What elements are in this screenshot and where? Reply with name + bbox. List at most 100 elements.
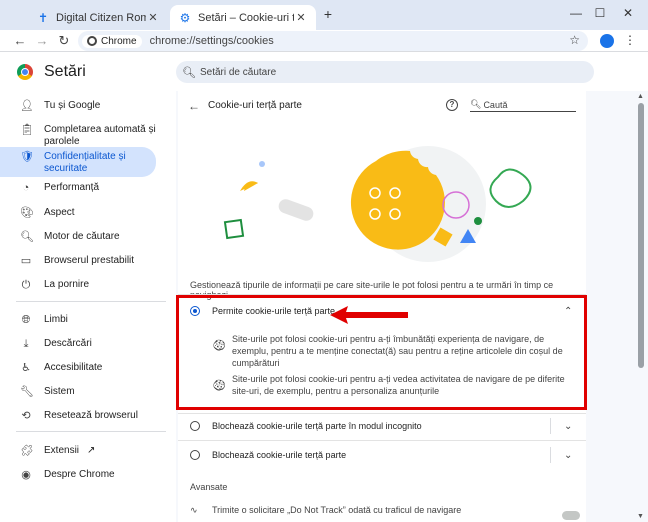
sidebar-item-autofill[interactable]: 📋︎ Completarea automată și parolele [0,124,156,148]
reload-icon[interactable]: ↻ [56,33,72,49]
close-window-button[interactable]: ✕ [618,6,638,24]
scroll-thumb[interactable] [638,103,644,368]
palette-icon: 🎨︎ [20,207,34,219]
sidebar-item-languages[interactable]: 🌐︎ Limbi [0,314,156,326]
sidebar-item-label: Descărcări [44,338,92,349]
sidebar-item-label: Confidențialitate și securitate [44,151,126,174]
help-icon[interactable]: ? [446,99,458,111]
chevron-down-icon[interactable]: ⌄ [564,421,572,432]
tab-settings-cookies[interactable]: ⚙ Setări – Cookie-uri terță parte ✕ [170,5,316,30]
new-tab-button[interactable]: + [318,6,338,24]
sidebar-item-label: Sistem [44,386,75,397]
page-search-input[interactable]: 🔍︎ Caută [470,98,576,112]
tab-strip: ✝ Digital Citizen România - Viața ✕ ⚙ Se… [0,0,648,30]
annotation-arrow-icon [330,306,408,324]
sidebar-item-search-engine[interactable]: 🔍︎ Motor de căutare [0,231,156,243]
sidebar-item-privacy[interactable]: 🛡︎ Confidențialitate și securitate [0,147,156,177]
url-text: chrome://settings/cookies [149,35,274,47]
forward-icon[interactable]: → [34,33,50,49]
sidebar-item-label: Completarea automată și parolele [44,124,156,147]
divider [178,440,586,441]
tab-title: Digital Citizen România - Viața [56,11,146,24]
settings-title: Setări [44,63,86,80]
tab-digital-citizen[interactable]: ✝ Digital Citizen România - Viața ✕ [28,5,168,30]
square-shape [223,218,245,240]
settings-search-input[interactable]: 🔍︎ Setări de căutare [176,61,594,83]
avatar[interactable] [600,34,614,48]
chip-label: Chrome [101,35,137,47]
back-arrow-icon[interactable]: ← [188,99,200,113]
search-icon: 🔍︎ [182,66,196,79]
puzzle-icon: 🧩︎ [20,445,34,457]
kebab-menu-icon[interactable]: ⋮ [624,33,636,47]
sidebar-item-appearance[interactable]: 🎨︎ Aspect [0,207,156,219]
sidebar-item-label: Aspect [44,207,75,218]
do-not-track-icon: ∿ [190,505,198,515]
scrollbar[interactable]: ▲ ▼ [634,91,648,522]
power-icon: ⏻ [21,279,31,291]
sidebar-item-extensions[interactable]: 🧩︎ Extensii ↗ [0,445,156,457]
half-circle-shape [240,181,258,191]
sidebar-item-label: La pornire [44,279,90,290]
search-icon: 🔍︎ [20,231,34,243]
scroll-up-icon[interactable]: ▲ [637,93,644,100]
chrome-logo-icon [17,64,33,80]
sidebar-item-label: Accesibilitate [44,362,103,373]
sidebar-item-system[interactable]: 🔧︎ Sistem [0,386,156,398]
sidebar-item-about-chrome[interactable]: ◉ Despre Chrome [0,469,156,481]
divider [550,418,551,434]
chrome-chip[interactable]: Chrome [82,34,142,48]
download-icon: ⤓ [23,338,29,350]
maximize-button[interactable]: ☐ [590,6,610,24]
sidebar-item-performance[interactable]: ◔ Performanță [0,182,156,194]
back-icon[interactable]: ← [12,33,28,49]
address-bar[interactable]: Chrome chrome://settings/cookies ☆ [78,31,588,51]
pill-shape [278,199,314,221]
sidebar: 👤︎ Tu și Google 📋︎ Completarea automată … [0,91,176,522]
sidebar-item-label: Limbi [44,314,68,325]
sidebar-item-label: Motor de căutare [44,231,120,242]
close-icon[interactable]: ✕ [146,11,160,24]
search-icon: 🔍︎ [470,99,482,109]
settings-header: Setări 🔍︎ Setări de căutare [0,53,648,91]
option-block-incognito[interactable]: Blochează cookie-urile terță parte în mo… [178,416,586,436]
plus-cross-icon: ✝ [37,10,49,25]
accessibility-icon: ♿︎ [21,362,31,374]
sidebar-item-label: Despre Chrome [44,469,115,480]
sidebar-item-reset[interactable]: ⟲ Resetează browserul [0,410,156,422]
sidebar-item-label: Browserul prestabilit [44,255,135,266]
do-not-track-toggle[interactable] [562,511,580,520]
minimize-button[interactable]: — [566,6,586,24]
tab-title: Setări – Cookie-uri terță parte [198,11,294,24]
external-link-icon: ↗ [87,445,96,456]
sidebar-item-downloads[interactable]: ⤓ Descărcări [0,338,156,350]
sidebar-item-label: Performanță [44,182,100,193]
sidebar-item-on-startup[interactable]: ⏻ La pornire [0,279,156,291]
chevron-down-icon[interactable]: ⌄ [564,450,572,461]
sidebar-item-label: Resetează browserul [44,410,138,421]
do-not-track-label: Trimite o solicitare „Do Not Track” odat… [212,505,462,515]
close-icon[interactable]: ✕ [294,11,308,24]
advanced-heading: Avansate [190,482,228,492]
radio-block-incognito[interactable] [190,421,200,431]
sidebar-divider [16,431,166,432]
sidebar-item-accessibility[interactable]: ♿︎ Accesibilitate [0,362,156,374]
page-search-placeholder: Caută [483,99,508,110]
globe-icon: 🌐︎ [21,314,31,326]
option-block-third-party[interactable]: Blochează cookie-urile terță parte ⌄ [178,445,586,465]
chrome-icon: ◉ [21,469,31,481]
scroll-down-icon[interactable]: ▼ [637,513,644,520]
wrench-icon: 🔧︎ [20,386,34,398]
clipboard-icon: 📋︎ [20,124,34,136]
cookies-illustration [223,146,532,262]
star-icon[interactable]: ☆ [569,33,580,47]
radio-block-third-party[interactable] [190,450,200,460]
person-icon: 👤︎ [20,100,34,112]
dot-shape [259,161,265,167]
browser-icon: ▭ [20,255,32,267]
sidebar-item-you-and-google[interactable]: 👤︎ Tu și Google [0,100,156,112]
sidebar-item-default-browser[interactable]: ▭ Browserul prestabilit [0,255,156,267]
gauge-icon: ◔ [22,182,30,194]
dot-shape [474,217,482,225]
blob-shape [489,168,532,208]
